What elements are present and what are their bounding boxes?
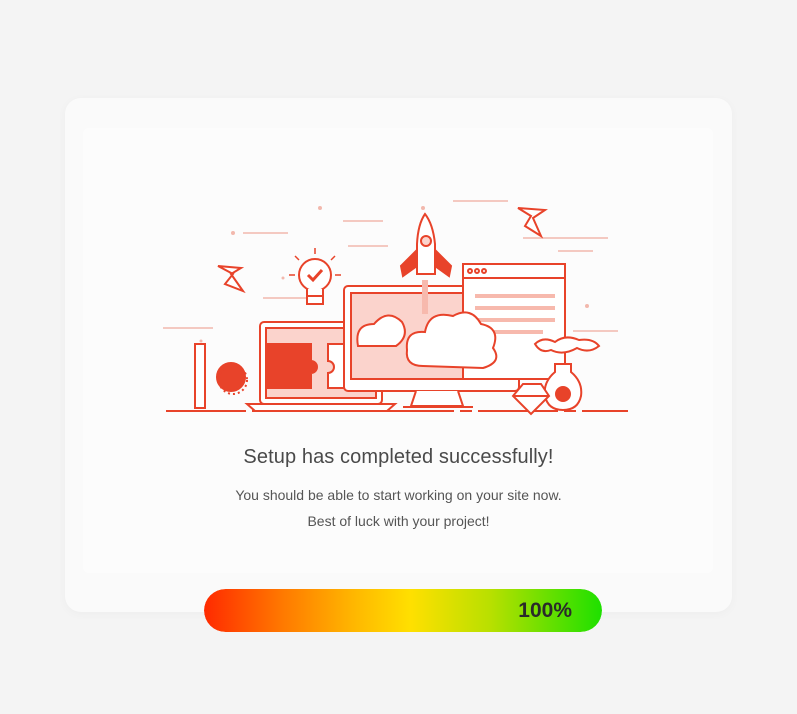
progress-percent-label: 100% — [518, 599, 572, 622]
setup-complete-illustration — [163, 200, 628, 416]
success-title: Setup has completed successfully! — [243, 446, 554, 468]
success-message-line2: Best of luck with your project! — [307, 513, 490, 529]
progress-bar: 100% — [204, 589, 602, 632]
success-message-line1: You should be able to start working on y… — [235, 487, 562, 503]
gem-icon — [511, 383, 551, 416]
